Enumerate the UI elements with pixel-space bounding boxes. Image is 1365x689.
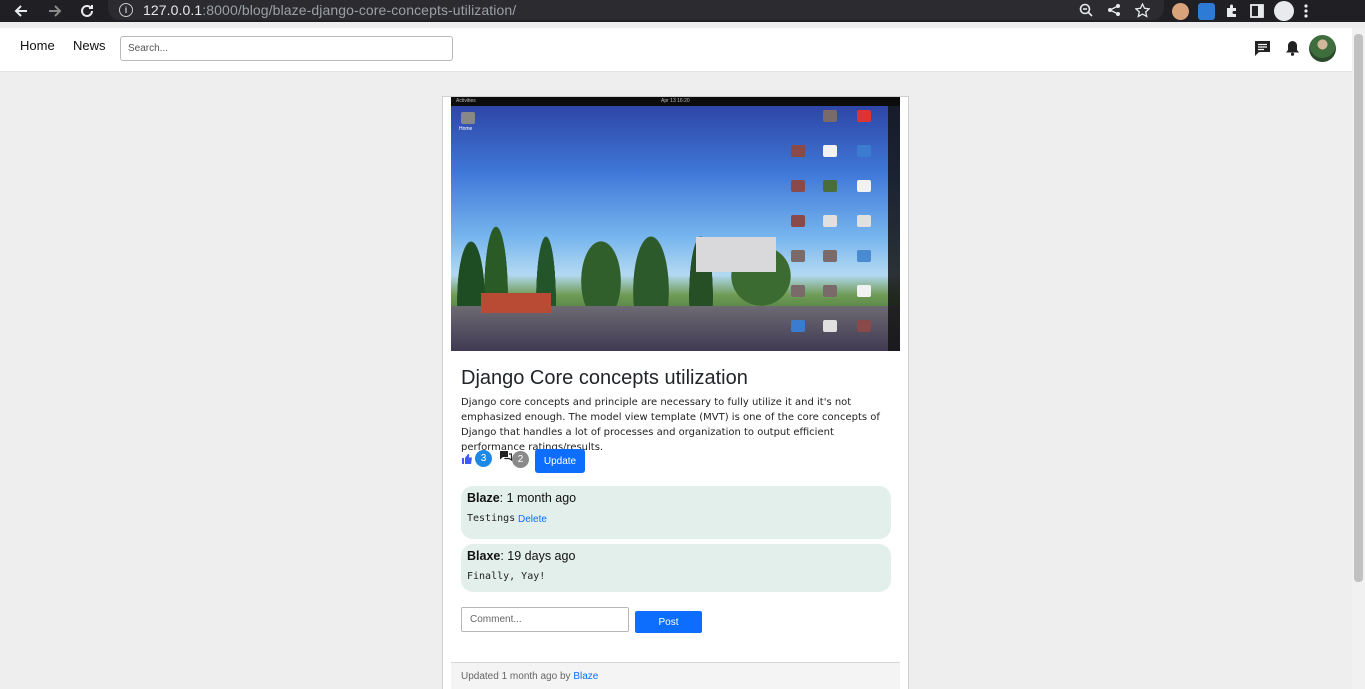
- folder-icon: [823, 110, 837, 122]
- document-icon: [791, 320, 805, 332]
- bell-icon[interactable]: [1285, 40, 1300, 56]
- folder-icon: [791, 215, 805, 227]
- arrow-left-icon: [14, 5, 27, 17]
- arrow-right-icon: [49, 5, 62, 17]
- author-link[interactable]: Blaze: [573, 671, 598, 682]
- reload-button[interactable]: [72, 0, 102, 22]
- thumbs-up-icon[interactable]: [461, 453, 473, 465]
- folder-icon: [791, 250, 805, 262]
- desktop-topbar: Activities Apr 13 16:20: [451, 97, 900, 106]
- folder-icon: [791, 285, 805, 297]
- like-count-badge: 3: [475, 450, 492, 467]
- post-body: Django core concepts and principle are n…: [461, 397, 880, 453]
- python-file-icon: [823, 215, 837, 227]
- folder-icon: [461, 112, 475, 124]
- comment-item: Blaze: 1 month ago Testings Delete: [461, 486, 891, 539]
- zoom-icon[interactable]: [1079, 3, 1093, 17]
- post-image: Activities Apr 13 16:20 Home: [451, 97, 900, 351]
- share-icon[interactable]: [1107, 3, 1121, 17]
- comment-text: Testings: [467, 513, 516, 524]
- comment-time: : 1 month ago: [499, 491, 577, 505]
- comment-time: : 19 days ago: [500, 549, 576, 563]
- post-title: Django Core concepts utilization: [461, 367, 748, 389]
- comment-count-badge: 2: [512, 451, 529, 468]
- address-bar[interactable]: i 127.0.0.1:8000/blog/blaze-django-core-…: [108, 0, 1164, 20]
- extension-icon[interactable]: [1198, 2, 1215, 20]
- browser-toolbar: i 127.0.0.1:8000/blog/blaze-django-core-…: [0, 0, 1365, 22]
- reload-icon: [81, 4, 93, 17]
- comment-item: Blaxe: 19 days ago Finally, Yay!: [461, 544, 891, 592]
- desktop-dock: [888, 106, 900, 351]
- avatar[interactable]: [1309, 35, 1336, 62]
- card-footer: Updated 1 month ago by Blaze: [451, 662, 900, 689]
- python-file-icon: [857, 215, 871, 227]
- comment-author: Blaxe: [467, 549, 501, 563]
- forward-button[interactable]: [40, 0, 70, 22]
- folder-icon: [823, 250, 837, 262]
- python-file-icon: [823, 320, 837, 332]
- post-card: Activities Apr 13 16:20 Home Django Core…: [442, 96, 909, 689]
- python-file-icon: [857, 145, 871, 157]
- url-text: 127.0.0.1:8000/blog/blaze-django-core-co…: [143, 2, 517, 18]
- image-file-icon: [823, 180, 837, 192]
- extension-icon[interactable]: [1172, 2, 1189, 20]
- info-icon[interactable]: i: [119, 3, 133, 17]
- file-icon: [857, 180, 871, 192]
- folder-icon: [791, 145, 805, 157]
- updated-text: Updated 1 month ago by: [461, 671, 574, 682]
- post-comment-button[interactable]: Post: [635, 611, 702, 633]
- navbar: Home News Search...: [0, 28, 1352, 72]
- file-icon: [857, 285, 871, 297]
- puzzle-icon[interactable]: [1224, 3, 1240, 19]
- star-icon[interactable]: [1135, 2, 1150, 18]
- post-actions: 3 2 Update: [461, 449, 661, 473]
- scrollbar-thumb[interactable]: [1354, 34, 1363, 582]
- more-vert-icon[interactable]: [1303, 3, 1309, 19]
- update-button[interactable]: Update: [535, 449, 585, 473]
- comment-text: Finally, Yay!: [467, 571, 546, 582]
- back-button[interactable]: [6, 0, 36, 22]
- image-file-icon: [857, 250, 871, 262]
- folder-icon: [823, 285, 837, 297]
- file-icon: [823, 145, 837, 157]
- wps-icon: [857, 110, 871, 122]
- folder-icon: [857, 320, 871, 332]
- folder-icon: [791, 180, 805, 192]
- sidepanel-icon[interactable]: [1249, 3, 1265, 19]
- delete-comment-link[interactable]: Delete: [518, 514, 547, 525]
- nav-home-link[interactable]: Home: [20, 38, 55, 53]
- profile-icon[interactable]: [1274, 1, 1294, 21]
- message-icon[interactable]: [1254, 40, 1271, 57]
- nav-news-link[interactable]: News: [73, 38, 106, 53]
- scrollbar[interactable]: [1352, 28, 1365, 689]
- comments-icon[interactable]: [499, 450, 512, 462]
- search-input[interactable]: Search...: [120, 36, 453, 61]
- comment-input[interactable]: Comment...: [461, 607, 629, 632]
- comment-author: Blaze: [467, 491, 500, 505]
